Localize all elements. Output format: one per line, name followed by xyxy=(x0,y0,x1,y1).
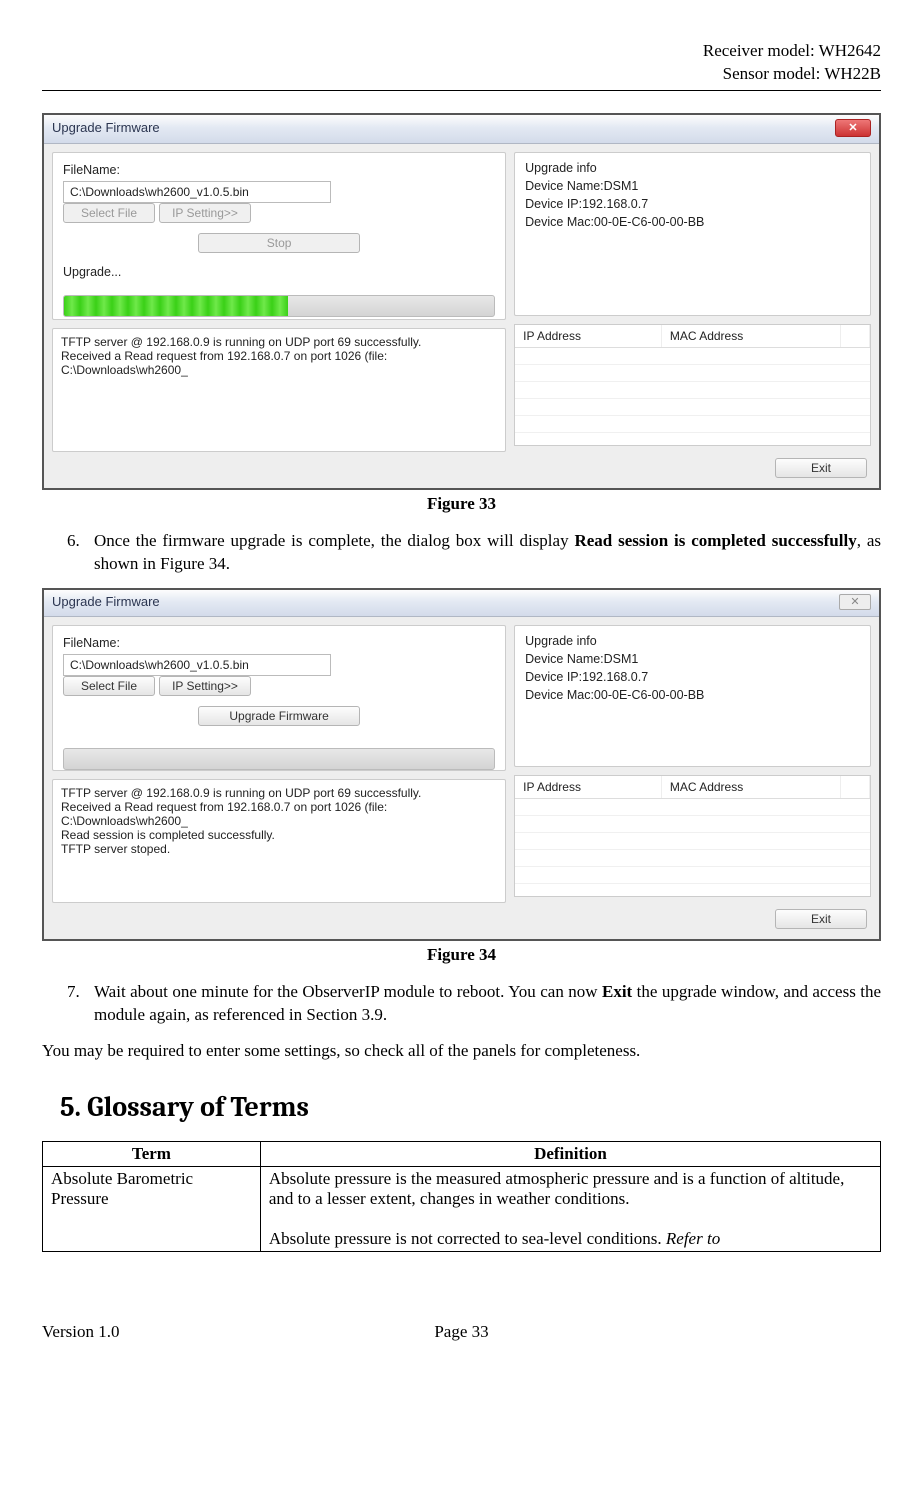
filename-label: FileName: xyxy=(63,163,495,177)
stop-button[interactable]: Stop xyxy=(198,233,360,253)
info-device-ip: Device IP:192.168.0.7 xyxy=(525,195,860,213)
mac-column-header: MAC Address xyxy=(662,776,841,798)
select-file-button[interactable]: Select File xyxy=(63,676,155,696)
upgrade-status: Upgrade... xyxy=(63,265,495,279)
ip-mac-table: IP Address MAC Address xyxy=(514,775,871,897)
exit-button[interactable]: Exit xyxy=(775,909,867,929)
section-5-title: 5. Glossary of Terms xyxy=(60,1091,881,1123)
filename-input[interactable]: C:\Downloads\wh2600_v1.0.5.bin xyxy=(63,181,331,203)
sensor-model: Sensor model: WH22B xyxy=(42,63,881,86)
filename-label: FileName: xyxy=(63,636,495,650)
info-device-name: Device Name:DSM1 xyxy=(525,177,860,195)
log-textarea[interactable]: TFTP server @ 192.168.0.9 is running on … xyxy=(52,779,506,903)
term-header: Term xyxy=(43,1141,261,1166)
step-7: Wait about one minute for the ObserverIP… xyxy=(84,981,881,1027)
term-cell: Absolute Barometric Pressure xyxy=(43,1166,261,1251)
filename-panel: FileName: C:\Downloads\wh2600_v1.0.5.bin… xyxy=(52,625,506,771)
mac-column-header: MAC Address xyxy=(662,325,841,347)
dialog-title: Upgrade Firmware xyxy=(52,594,160,609)
info-device-mac: Device Mac:00-0E-C6-00-00-BB xyxy=(525,686,860,704)
dialog-titlebar: Upgrade Firmware ✕ xyxy=(44,590,879,617)
progress-bar xyxy=(63,748,495,770)
figure34-caption: Figure 34 xyxy=(42,945,881,965)
ip-column-header: IP Address xyxy=(515,776,662,798)
definition-cell: Absolute pressure is the measured atmosp… xyxy=(260,1166,880,1251)
upgrade-firmware-button[interactable]: Upgrade Firmware xyxy=(198,706,360,726)
log-textarea[interactable]: TFTP server @ 192.168.0.9 is running on … xyxy=(52,328,506,452)
page-header: Receiver model: WH2642 Sensor model: WH2… xyxy=(42,40,881,86)
info-title: Upgrade info xyxy=(525,632,860,650)
footer-version: Version 1.0 xyxy=(42,1322,119,1342)
dialog-titlebar: Upgrade Firmware ✕ xyxy=(44,115,879,144)
info-title: Upgrade info xyxy=(525,159,860,177)
info-device-mac: Device Mac:00-0E-C6-00-00-BB xyxy=(525,213,860,231)
figure34-dialog: Upgrade Firmware ✕ FileName: C:\Download… xyxy=(42,588,881,941)
settings-note: You may be required to enter some settin… xyxy=(42,1041,881,1061)
ip-column-header: IP Address xyxy=(515,325,662,347)
upgrade-info-panel: Upgrade info Device Name:DSM1 Device IP:… xyxy=(514,152,871,316)
ip-setting-button[interactable]: IP Setting>> xyxy=(159,676,251,696)
filename-panel: FileName: C:\Downloads\wh2600_v1.0.5.bin… xyxy=(52,152,506,320)
ip-setting-button: IP Setting>> xyxy=(159,203,251,223)
ip-mac-table: IP Address MAC Address xyxy=(514,324,871,446)
step-6: Once the firmware upgrade is complete, t… xyxy=(84,530,881,576)
close-icon[interactable]: ✕ xyxy=(839,594,871,610)
filename-input[interactable]: C:\Downloads\wh2600_v1.0.5.bin xyxy=(63,654,331,676)
select-file-button: Select File xyxy=(63,203,155,223)
receiver-model: Receiver model: WH2642 xyxy=(42,40,881,63)
figure33-caption: Figure 33 xyxy=(42,494,881,514)
definition-header: Definition xyxy=(260,1141,880,1166)
progress-bar xyxy=(63,295,495,317)
exit-button[interactable]: Exit xyxy=(775,458,867,478)
figure33-dialog: Upgrade Firmware ✕ FileName: C:\Download… xyxy=(42,113,881,490)
table-row: Absolute Barometric Pressure Absolute pr… xyxy=(43,1166,881,1251)
glossary-table: Term Definition Absolute Barometric Pres… xyxy=(42,1141,881,1252)
footer-page: Page 33 xyxy=(434,1322,488,1342)
info-device-name: Device Name:DSM1 xyxy=(525,650,860,668)
upgrade-info-panel: Upgrade info Device Name:DSM1 Device IP:… xyxy=(514,625,871,767)
info-device-ip: Device IP:192.168.0.7 xyxy=(525,668,860,686)
close-icon[interactable]: ✕ xyxy=(835,119,871,137)
header-divider xyxy=(42,90,881,91)
dialog-title: Upgrade Firmware xyxy=(52,120,160,135)
